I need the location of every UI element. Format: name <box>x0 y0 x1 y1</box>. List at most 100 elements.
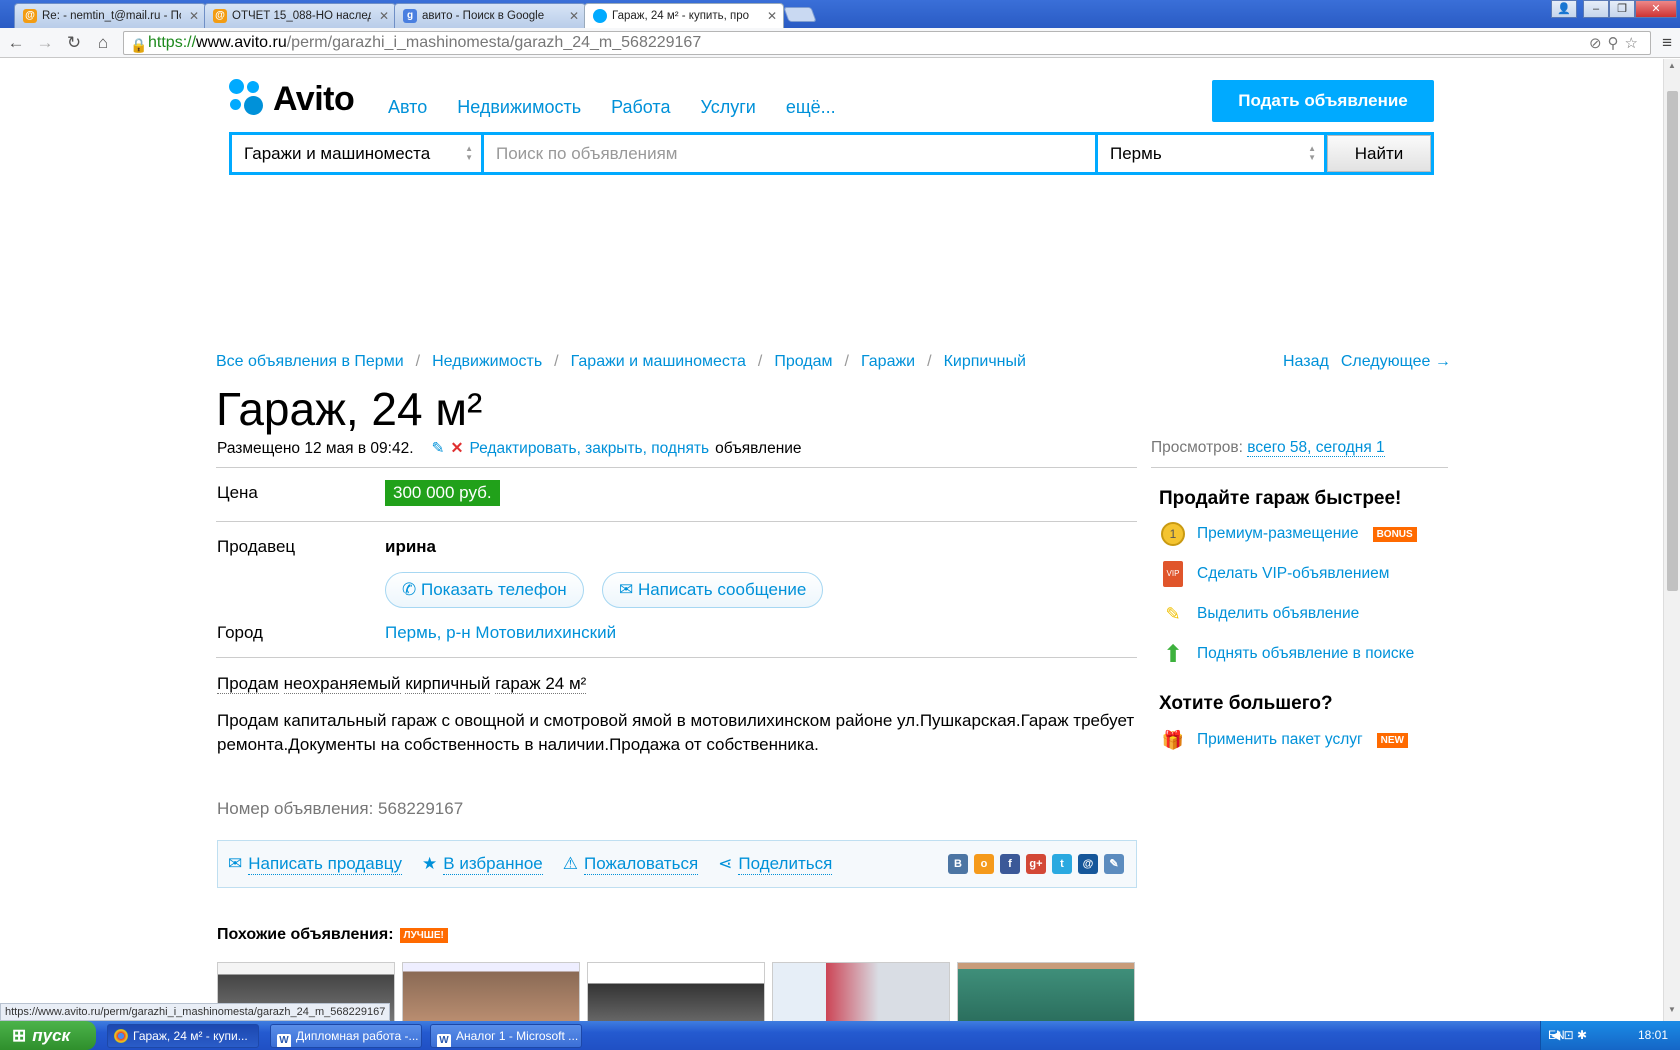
show-phone-button[interactable]: ✆ Показать телефон <box>385 572 584 608</box>
write-seller-label: Написать продавцу <box>248 853 403 875</box>
write-message-button[interactable]: ✉ Написать сообщение <box>602 572 824 608</box>
taskbar-item-chrome[interactable]: Гараж, 24 м² - купи... <box>107 1024 259 1048</box>
browser-tab-avito[interactable]: Гараж, 24 м² - купить, про ✕ <box>584 3 784 28</box>
next-link[interactable]: Следующее → <box>1341 353 1451 371</box>
similar-listing-thumbnail[interactable] <box>772 962 950 1021</box>
price-label: Цена <box>217 483 258 502</box>
language-indicator[interactable]: EN <box>1548 1021 1565 1050</box>
minimize-button[interactable]: – <box>1583 0 1609 18</box>
share-action[interactable]: ⋖ Поделиться <box>718 854 833 875</box>
similar-listing-thumbnail[interactable] <box>587 962 765 1021</box>
similar-listing-thumbnail[interactable] <box>402 962 580 1021</box>
close-icon[interactable]: ✕ <box>379 9 389 23</box>
facebook-icon[interactable]: f <box>1000 854 1020 874</box>
close-icon[interactable]: ✕ <box>569 9 579 23</box>
param-deal-type: Продам <box>217 674 279 694</box>
back-link[interactable]: Назад <box>1283 353 1329 371</box>
category-select[interactable]: Гаражи и машиноместа ▲ ▼ <box>232 135 481 172</box>
sell-faster-title: Продайте гараж быстрее! <box>1159 488 1402 509</box>
seller-name: ирина <box>385 537 437 556</box>
breadcrumb: Все объявления в Перми / Недвижимость / Га… <box>216 353 1026 371</box>
breadcrumb-item[interactable]: Все объявления в Перми <box>216 353 404 371</box>
breadcrumb-item[interactable]: Гаражи <box>861 353 915 371</box>
service-package-link[interactable]: 🎁 Применить пакет услуг NEW <box>1159 726 1408 754</box>
nav-item-auto[interactable]: Авто <box>388 97 427 118</box>
scroll-thumb[interactable] <box>1667 91 1678 591</box>
breadcrumb-separator: / <box>554 353 559 370</box>
search-input[interactable]: Поиск по объявлениям <box>484 135 1095 172</box>
warning-icon: ⚠ <box>562 854 579 873</box>
url-host: www.avito.ru <box>196 34 287 51</box>
vip-listing-link[interactable]: VIP Сделать VIP-объявлением <box>1159 560 1389 588</box>
scroll-up-arrow-icon[interactable]: ▲ <box>1664 61 1680 75</box>
user-icon[interactable]: 👤 <box>1551 0 1577 18</box>
city-value[interactable]: Пермь, р-н Мотовилихинский <box>385 623 616 643</box>
omnibox-icons[interactable]: ⊘⚲☆ <box>1589 33 1644 55</box>
raise-listing-link[interactable]: ⬆ Поднять объявление в поиске <box>1159 640 1414 668</box>
edit-listing-link[interactable]: Редактировать, закрыть, поднять <box>470 440 710 458</box>
restore-button[interactable]: ❐ <box>1609 0 1635 18</box>
breadcrumb-item[interactable]: Гаражи и машиноместа <box>571 353 746 371</box>
scroll-down-arrow-icon[interactable]: ▼ <box>1664 1005 1680 1019</box>
close-icon[interactable]: ✕ <box>767 9 777 23</box>
avito-logo[interactable]: Avito <box>229 79 355 119</box>
twitter-icon[interactable]: t <box>1052 854 1072 874</box>
address-bar[interactable]: 🔒 https://www.avito.ru/perm/garazhi_i_ma… <box>123 31 1651 55</box>
menu-icon[interactable]: ≡ <box>1662 33 1672 53</box>
taskbar-item-word-2[interactable]: W Аналог 1 - Microsoft ... <box>430 1024 582 1048</box>
close-icon[interactable]: ✕ <box>189 9 199 23</box>
search-bar: Гаражи и машиноместа ▲ ▼ Поиск по объявле… <box>229 132 1434 175</box>
taskbar-item-label: Гараж, 24 м² - купи... <box>133 1029 248 1043</box>
nav-item-jobs[interactable]: Работа <box>611 97 670 118</box>
breadcrumb-item[interactable]: Кирпичный <box>944 353 1026 371</box>
home-icon[interactable]: ⌂ <box>92 32 114 54</box>
city-label: Город <box>217 623 263 642</box>
highlight-listing-link[interactable]: ✎ Выделить объявление <box>1159 600 1359 628</box>
nav-item-realty[interactable]: Недвижимость <box>457 97 581 118</box>
forward-arrow-icon[interactable]: → <box>34 32 56 54</box>
write-seller-action[interactable]: ✉ Написать продавцу <box>228 853 403 875</box>
delete-icon[interactable]: ✕ <box>451 439 464 458</box>
reload-icon[interactable]: ↻ <box>63 32 85 54</box>
similar-listings-label: Похожие объявления: <box>217 926 394 943</box>
highlight-listing-label: Выделить объявление <box>1197 605 1360 622</box>
breadcrumb-item[interactable]: Недвижимость <box>432 353 542 371</box>
city-select[interactable]: Пермь ▲ ▼ <box>1098 135 1324 172</box>
start-button[interactable]: ⊞ пуск <box>0 1021 96 1050</box>
nav-item-services[interactable]: Услуги <box>700 97 755 118</box>
listing-navigation: Назад Следующее → <box>1283 353 1451 371</box>
nav-item-more[interactable]: ещё... <box>786 97 836 118</box>
googleplus-icon[interactable]: g+ <box>1026 854 1046 874</box>
browser-tab-mail-1[interactable]: @ Re: - nemtin_t@mail.ru - Поч ✕ <box>14 3 206 28</box>
post-ad-button[interactable]: Подать объявление <box>1212 80 1434 122</box>
views-value[interactable]: всего 58, сегодня 1 <box>1247 439 1385 457</box>
divider <box>216 521 1137 522</box>
clock[interactable]: 18:01 <box>1638 1021 1668 1050</box>
browser-toolbar: ← → ↻ ⌂ 🔒 https://www.avito.ru/perm/gara… <box>0 28 1680 58</box>
complain-action[interactable]: ⚠ Пожаловаться <box>562 854 699 875</box>
vk-icon[interactable]: В <box>948 854 968 874</box>
breadcrumb-separator: / <box>927 353 932 370</box>
mail-icon: @ <box>213 9 227 23</box>
premium-placement-link[interactable]: 1 Премиум-размещение BONUS <box>1159 520 1417 548</box>
back-arrow-icon[interactable]: ← <box>5 32 27 54</box>
similar-listing-thumbnail[interactable] <box>957 962 1135 1021</box>
close-window-button[interactable]: ✕ <box>1635 0 1677 18</box>
browser-tab-mail-2[interactable]: @ ОТЧЕТ 15_088-НО наследс ✕ <box>204 3 396 28</box>
search-button[interactable]: Найти <box>1327 135 1431 172</box>
mailru-icon[interactable]: @ <box>1078 854 1098 874</box>
odnoklassniki-icon[interactable]: о <box>974 854 994 874</box>
breadcrumb-item[interactable]: Продам <box>774 353 832 371</box>
taskbar-item-word-1[interactable]: W Дипломная работа -... <box>270 1024 422 1048</box>
show-phone-label: Показать телефон <box>420 580 567 599</box>
livejournal-icon[interactable]: ✎ <box>1104 854 1124 874</box>
ad-number: Номер объявления: 568229167 <box>217 799 464 818</box>
phone-icon: ✆ <box>402 580 417 599</box>
divider <box>216 467 1137 468</box>
page-scrollbar[interactable]: ▲ ▼ <box>1663 59 1680 1021</box>
pencil-icon[interactable]: ✎ <box>432 439 445 458</box>
new-tab-button[interactable] <box>783 7 817 22</box>
tab-title: Гараж, 24 м² - купить, про <box>612 10 750 22</box>
favorite-action[interactable]: ★ В избранное <box>422 854 543 875</box>
browser-tab-google[interactable]: g авито - Поиск в Google ✕ <box>394 3 586 28</box>
